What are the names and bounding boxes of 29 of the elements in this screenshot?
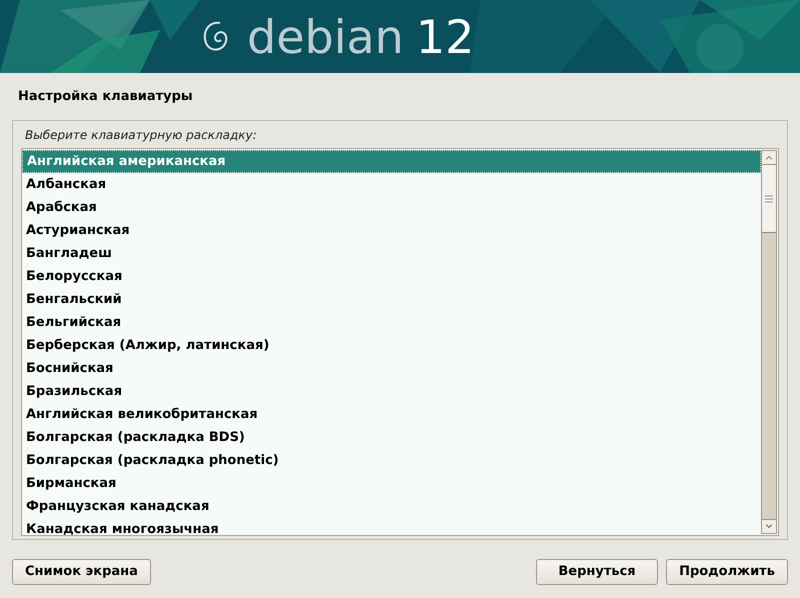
layout-item[interactable]: Белорусская: [22, 265, 761, 288]
layout-item[interactable]: Бразильская: [22, 380, 761, 403]
layout-item[interactable]: Французская канадская: [22, 495, 761, 518]
action-button[interactable]: Продолжить: [666, 559, 788, 585]
scroll-up-icon[interactable]: [762, 151, 776, 165]
layout-item[interactable]: Астурианская: [22, 219, 761, 242]
layout-item[interactable]: Боснийская: [22, 357, 761, 380]
prompt-label: Выберите клавиатурную раскладку:: [24, 127, 258, 144]
layout-item[interactable]: Албанская: [22, 173, 761, 196]
layout-item[interactable]: Английская великобританская: [22, 403, 761, 426]
layout-item[interactable]: Бенгальский: [22, 288, 761, 311]
layout-item[interactable]: Арабская: [22, 196, 761, 219]
scroll-thumb[interactable]: [762, 165, 776, 233]
layout-item[interactable]: Болгарская (раскладка phonetic): [22, 449, 761, 472]
grip-icon: [765, 194, 773, 202]
scrollbar[interactable]: [761, 150, 777, 534]
scroll-down-icon[interactable]: [762, 519, 776, 533]
layout-item[interactable]: Английская американская: [22, 150, 761, 173]
layout-item[interactable]: Болгарская (раскладка BDS): [22, 426, 761, 449]
logo-wordmark: debian: [247, 14, 404, 60]
page-title: Настройка клавиатуры: [18, 88, 194, 106]
logo-version: 12: [416, 14, 474, 60]
layout-item[interactable]: Бельгийская: [22, 311, 761, 334]
layout-item[interactable]: Бангладеш: [22, 242, 761, 265]
layout-item[interactable]: Бирманская: [22, 472, 761, 495]
action-button[interactable]: Вернуться: [536, 559, 658, 585]
layout-item[interactable]: Канадская многоязычная: [22, 518, 761, 535]
action-button[interactable]: Снимок экрана: [12, 559, 151, 585]
layout-item[interactable]: Берберская (Алжир, латинская): [22, 334, 761, 357]
